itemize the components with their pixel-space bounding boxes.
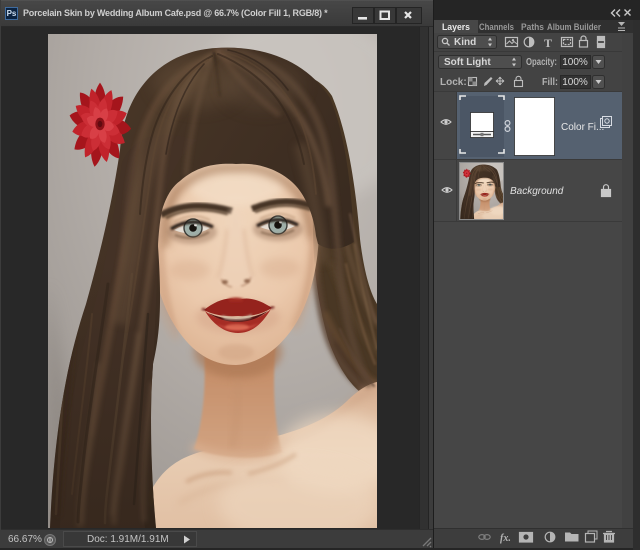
svg-text:Background: Background (510, 186, 564, 197)
svg-text:Layers: Layers (442, 22, 470, 33)
svg-text:Opacity:: Opacity: (526, 57, 557, 68)
svg-text:Color Fi...: Color Fi... (561, 122, 604, 133)
svg-text:100%: 100% (562, 57, 588, 68)
svg-text:Channels: Channels (479, 22, 514, 33)
svg-text:100%: 100% (562, 77, 588, 88)
svg-text:Album Builder: Album Builder (547, 22, 601, 33)
svg-text:Soft Light: Soft Light (444, 57, 491, 68)
svg-text:T: T (544, 36, 552, 50)
svg-text:Lock:: Lock: (440, 77, 467, 88)
svg-text:fx.: fx. (500, 533, 511, 544)
svg-text:Paths: Paths (521, 22, 544, 33)
svg-text:Fill:: Fill: (542, 77, 558, 88)
svg-text:Kind: Kind (454, 37, 476, 48)
